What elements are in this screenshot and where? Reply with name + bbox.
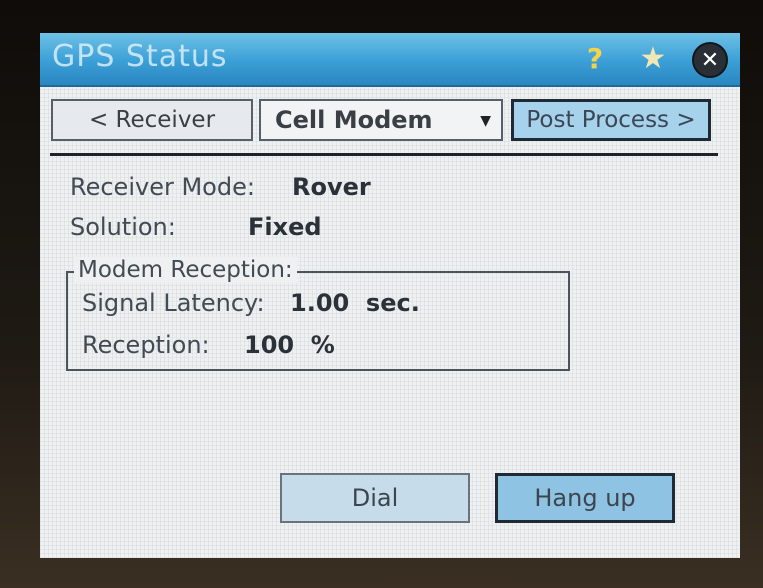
reception-label: Reception: — [82, 331, 210, 359]
hang-up-button[interactable]: Hang up — [495, 473, 675, 523]
close-icon[interactable]: ✕ — [692, 42, 728, 78]
header-divider — [50, 153, 718, 156]
device-screen: GPS Status ? ★ ✕ < Receiver Cell Modem ▼… — [40, 33, 740, 558]
reception-row: Reception: 100 % — [82, 331, 335, 359]
title-bar: GPS Status ? ★ ✕ — [40, 33, 740, 87]
solution-row: Solution: Fixed — [70, 213, 322, 241]
dial-button[interactable]: Dial — [280, 473, 470, 523]
star-icon[interactable]: ★ — [637, 41, 669, 76]
mode-select-value: Cell Modem — [275, 106, 433, 134]
receiver-mode-value: Rover — [292, 173, 371, 201]
window-title: GPS Status — [52, 39, 228, 74]
signal-latency-row: Signal Latency: 1.00 sec. — [82, 289, 420, 317]
signal-latency-label: Signal Latency: — [82, 289, 265, 317]
receiver-button[interactable]: < Receiver — [51, 99, 253, 141]
reception-value: 100 % — [244, 331, 335, 359]
receiver-mode-label: Receiver Mode: — [70, 173, 255, 201]
solution-value: Fixed — [248, 213, 322, 241]
help-icon[interactable]: ? — [579, 42, 611, 75]
modem-reception-group: Modem Reception: Signal Latency: 1.00 se… — [66, 257, 570, 371]
signal-latency-value: 1.00 sec. — [290, 289, 420, 317]
solution-label: Solution: — [70, 213, 176, 241]
dropdown-arrow-icon[interactable]: ▼ — [480, 113, 491, 129]
mode-select[interactable]: Cell Modem ▼ — [259, 99, 503, 141]
post-process-button[interactable]: Post Process > — [511, 99, 711, 141]
modem-reception-legend: Modem Reception: — [74, 257, 297, 283]
receiver-mode-row: Receiver Mode: Rover — [70, 173, 371, 201]
